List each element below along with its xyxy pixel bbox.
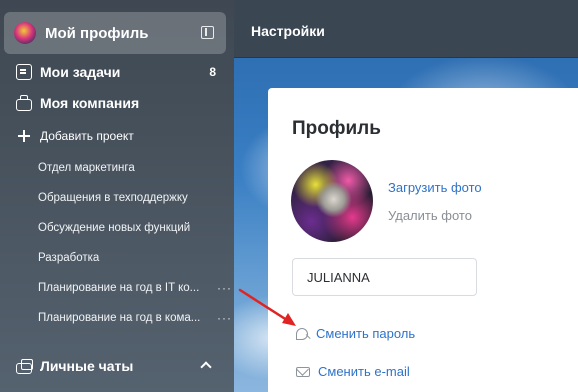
project-label: Обсуждение новых функций [38,222,191,234]
change-password-label: Сменить пароль [316,326,416,341]
sidebar-item-label: Добавить проект [40,129,134,143]
project-item[interactable]: Отдел маркетинга [22,160,234,176]
profile-card: Профиль Загрузить фото Удалить фото Смен… [268,88,578,392]
add-project-button[interactable]: Добавить проект [0,127,230,145]
sidebar-item-my-company[interactable]: Моя компания [0,93,230,113]
sidebar-item-label: Мои задачи [40,64,121,80]
profile-title: Профиль [292,118,381,139]
tasks-icon [16,64,32,80]
project-item[interactable]: Разработка [22,250,234,266]
plus-icon [16,128,32,144]
profile-photo [291,160,373,242]
project-label: Обращения в техподдержку [38,192,188,204]
more-options-icon[interactable]: ··· [217,281,232,295]
project-item[interactable]: Обращения в техподдержку [22,190,234,206]
delete-photo-link[interactable]: Удалить фото [388,208,472,223]
page-title: Настройки [251,23,325,39]
project-label: Разработка [38,252,100,264]
project-item[interactable]: Планирование на год в кома... ··· [22,310,234,326]
chevron-up-icon[interactable] [200,361,212,373]
project-label: Планирование на год в кома... [38,312,201,324]
sidebar-item-my-tasks[interactable]: Мои задачи 8 [0,62,230,82]
upload-photo-link[interactable]: Загрузить фото [388,180,482,195]
sidebar-item-label: Личные чаты [40,358,134,374]
more-options-icon[interactable]: ··· [217,311,232,325]
sidebar-item-label: Моя компания [40,95,140,111]
header: Настройки [234,0,578,58]
change-password-link[interactable]: Сменить пароль [296,326,415,341]
collapse-sidebar-icon[interactable] [201,26,214,39]
project-label: Планирование на год в IT ко... [38,282,200,294]
sidebar-item-private-chats[interactable]: Личные чаты [0,356,230,376]
my-profile-item[interactable]: Мой профиль [4,12,226,54]
change-email-label: Сменить e-mail [318,364,410,379]
project-label: Отдел маркетинга [38,162,135,174]
project-item[interactable]: Планирование на год в IT ко... ··· [22,280,234,296]
my-profile-label: Мой профиль [45,24,149,42]
briefcase-icon [16,95,32,111]
sidebar: Мой профиль Мои задачи 8 Моя компания До… [0,0,234,392]
project-item[interactable]: Обсуждение новых функций [22,220,234,236]
chat-icon [16,358,33,374]
name-field[interactable] [292,258,477,296]
mail-icon [296,366,310,377]
avatar [14,22,36,44]
key-icon [296,327,308,340]
change-email-link[interactable]: Сменить e-mail [296,364,410,379]
tasks-count-badge: 8 [209,65,216,79]
